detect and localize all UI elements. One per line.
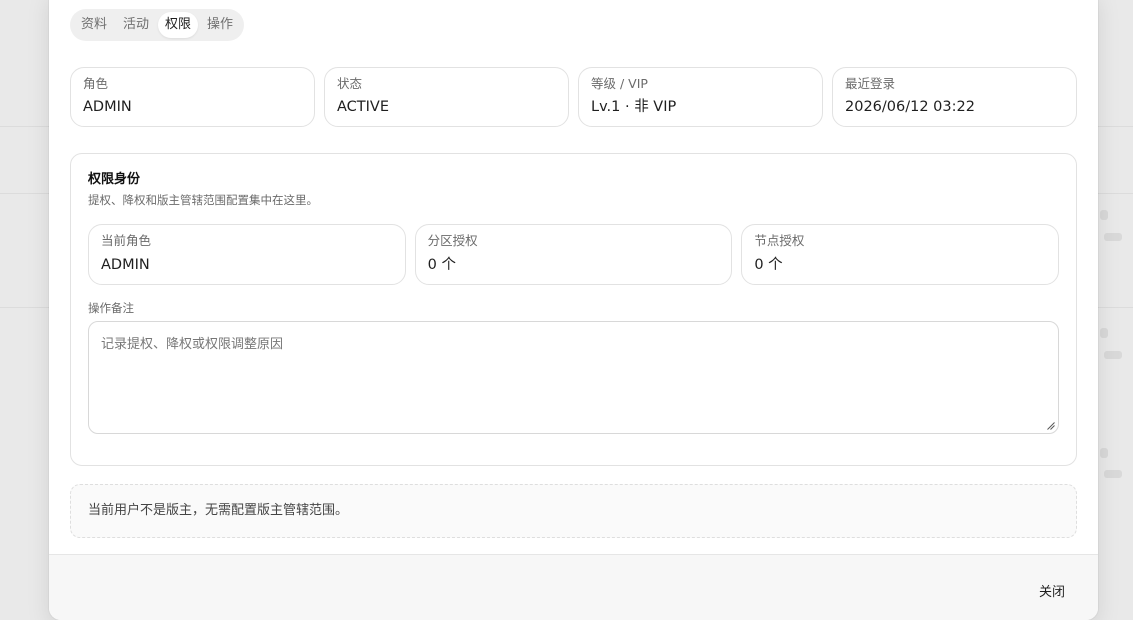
node-grants-box: 节点授权 0 个 [741, 224, 1060, 285]
stat-label: 状态 [337, 76, 363, 91]
field-value: 0 个 [427, 257, 457, 273]
tab-profile[interactable]: 资料 [74, 12, 114, 38]
close-button[interactable]: 关闭 [1039, 577, 1065, 604]
background-ghost-text [1100, 448, 1108, 458]
background-ghost-text [1104, 351, 1122, 359]
operation-note-label: 操作备注 [88, 301, 134, 315]
stat-last-login: 最近登录 2026/06/12 03:22 [832, 67, 1077, 127]
tab-permissions[interactable]: 权限 [158, 12, 199, 38]
field-label: 分区授权 [427, 233, 478, 248]
stat-value: ACTIVE [337, 99, 390, 115]
background-ghost-text [1100, 210, 1108, 220]
stat-label: 角色 [83, 76, 109, 91]
field-value: 0 个 [754, 257, 783, 273]
operation-note-textarea[interactable]: 记录提权、降权或权限调整原因 [88, 321, 1059, 434]
field-value: ADMIN [101, 257, 150, 273]
moderator-scope-notice: 当前用户不是版主，无需配置版主管辖范围。 [70, 484, 1077, 538]
tab-actions[interactable]: 操作 [200, 12, 240, 38]
field-label: 当前角色 [101, 233, 152, 248]
tab-activity[interactable]: 活动 [116, 12, 156, 38]
background-ghost-text [1104, 233, 1122, 241]
tab-bar: 资料 活动 权限 操作 [70, 9, 245, 41]
card-title: 权限身份 [88, 172, 141, 187]
stat-status: 状态 ACTIVE [324, 67, 569, 127]
user-summary-row: 角色 ADMIN 状态 ACTIVE 等级 / VIP Lv.1 · 非 VIP… [70, 67, 1077, 127]
stat-value: ADMIN [83, 99, 132, 115]
current-role-box: 当前角色 ADMIN [88, 224, 406, 285]
stat-label: 等级 / VIP [591, 76, 648, 91]
permission-identity-card: 权限身份 提权、降权和版主管辖范围配置集中在这里。 当前角色 ADMIN 分区授… [70, 153, 1077, 466]
user-detail-modal: 资料 活动 权限 操作 角色 ADMIN 状态 ACTIVE 等级 / VIP … [49, 0, 1098, 620]
section-grants-box: 分区授权 0 个 [414, 224, 733, 285]
resize-handle-icon[interactable] [1047, 422, 1055, 430]
field-label: 节点授权 [754, 233, 805, 248]
card-description: 提权、降权和版主管辖范围配置集中在这里。 [88, 193, 318, 207]
stat-value: 2026/06/12 03:22 [845, 99, 975, 115]
permission-summary-row: 当前角色 ADMIN 分区授权 0 个 节点授权 0 个 [88, 224, 1060, 285]
background-ghost-text [1100, 328, 1108, 338]
stat-value: Lv.1 · 非 VIP [591, 99, 677, 115]
modal-footer: 关闭 [49, 554, 1098, 620]
textarea-placeholder: 记录提权、降权或权限调整原因 [101, 337, 284, 352]
stat-level-vip: 等级 / VIP Lv.1 · 非 VIP [578, 67, 823, 127]
stat-role: 角色 ADMIN [70, 67, 315, 127]
stat-label: 最近登录 [845, 76, 896, 91]
background-ghost-text [1104, 470, 1122, 478]
